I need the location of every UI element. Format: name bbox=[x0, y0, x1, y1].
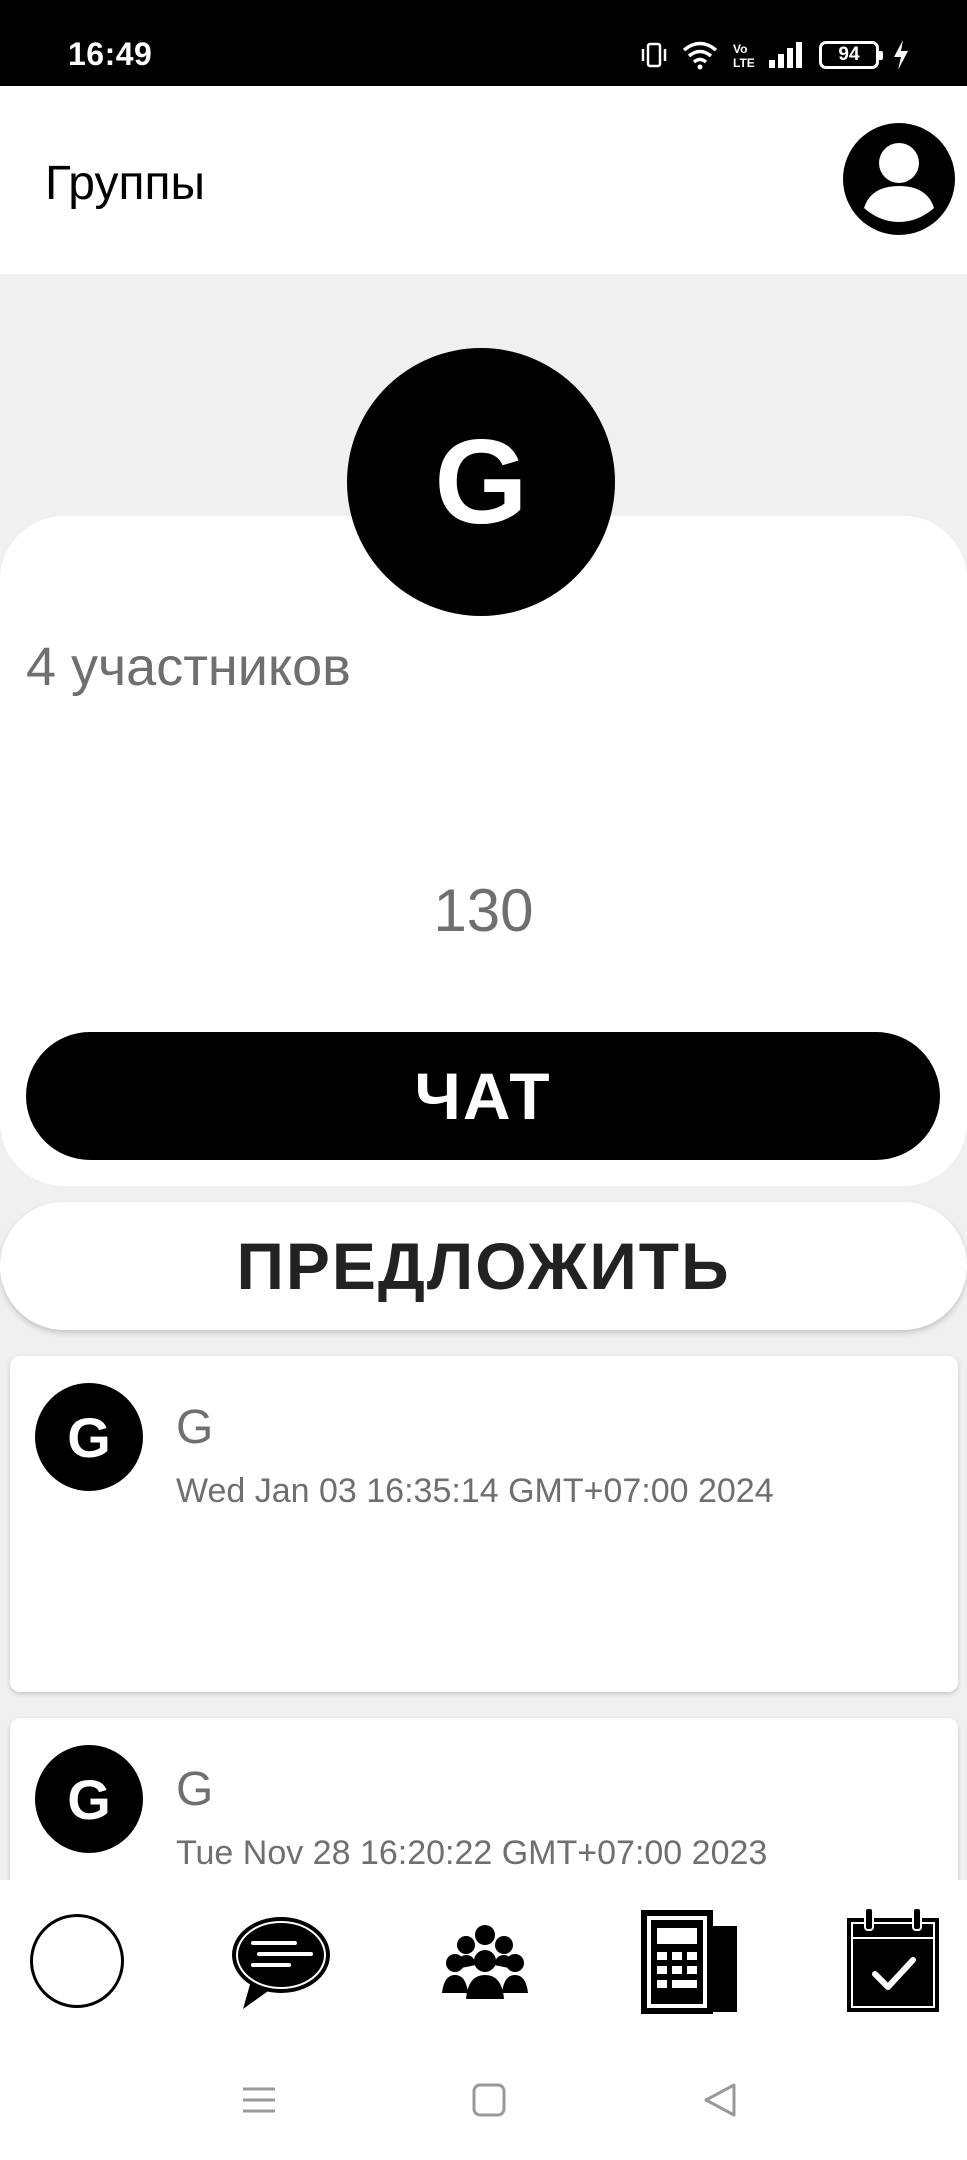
svg-text:LTE: LTE bbox=[733, 56, 755, 70]
members-count: 4 участников bbox=[26, 637, 351, 697]
list-item[interactable]: G G Wed Jan 03 16:35:14 GMT+07:00 2024 bbox=[10, 1356, 958, 1692]
signal-icon bbox=[769, 42, 802, 68]
group-counter: 130 bbox=[433, 877, 534, 944]
status-time: 16:49 bbox=[68, 36, 153, 72]
chat-bubble-icon bbox=[232, 1917, 330, 2009]
wifi-icon bbox=[682, 41, 718, 70]
avatar: G bbox=[35, 1383, 143, 1491]
nav-groups[interactable] bbox=[430, 1906, 540, 2016]
app-bar: Группы bbox=[0, 86, 967, 274]
nav-calculator[interactable] bbox=[634, 1906, 744, 2016]
status-icons: Vo LTE 94 bbox=[639, 36, 911, 74]
account-circle-icon[interactable] bbox=[842, 122, 956, 236]
post-author: G bbox=[176, 1763, 214, 1816]
page-title: Группы bbox=[45, 157, 205, 210]
back-triangle-icon[interactable] bbox=[700, 2080, 740, 2120]
menu-icon[interactable] bbox=[239, 2080, 279, 2120]
battery-icon: 94 bbox=[819, 41, 883, 69]
post-date: Wed Jan 03 16:35:14 GMT+07:00 2024 bbox=[176, 1472, 774, 1510]
calendar-check-icon bbox=[847, 1907, 939, 2012]
volte-icon: Vo LTE bbox=[733, 42, 755, 70]
group-avatar: G bbox=[347, 348, 615, 616]
post-date: Tue Nov 28 16:20:22 GMT+07:00 2023 bbox=[176, 1834, 768, 1872]
propose-button[interactable]: ПРЕДЛОЖИТЬ bbox=[0, 1202, 967, 1330]
post-author: G bbox=[176, 1401, 214, 1454]
avatar: G bbox=[35, 1745, 143, 1853]
vibrate-icon bbox=[641, 42, 667, 68]
status-bar: 16:49 Vo LTE 94 bbox=[0, 0, 967, 86]
home-square-icon[interactable] bbox=[469, 2080, 509, 2120]
svg-text:Vo: Vo bbox=[733, 42, 747, 56]
group-icon bbox=[442, 1925, 528, 1999]
nav-calendar[interactable] bbox=[838, 1906, 948, 2016]
nav-chats[interactable] bbox=[226, 1906, 336, 2016]
chat-button[interactable]: ЧАТ bbox=[26, 1032, 940, 1160]
battery-level: 94 bbox=[838, 44, 860, 65]
calculator-document-icon bbox=[641, 1910, 737, 2014]
circle-icon bbox=[30, 1914, 124, 2008]
nav-home[interactable] bbox=[22, 1906, 132, 2016]
charging-icon bbox=[894, 40, 908, 70]
